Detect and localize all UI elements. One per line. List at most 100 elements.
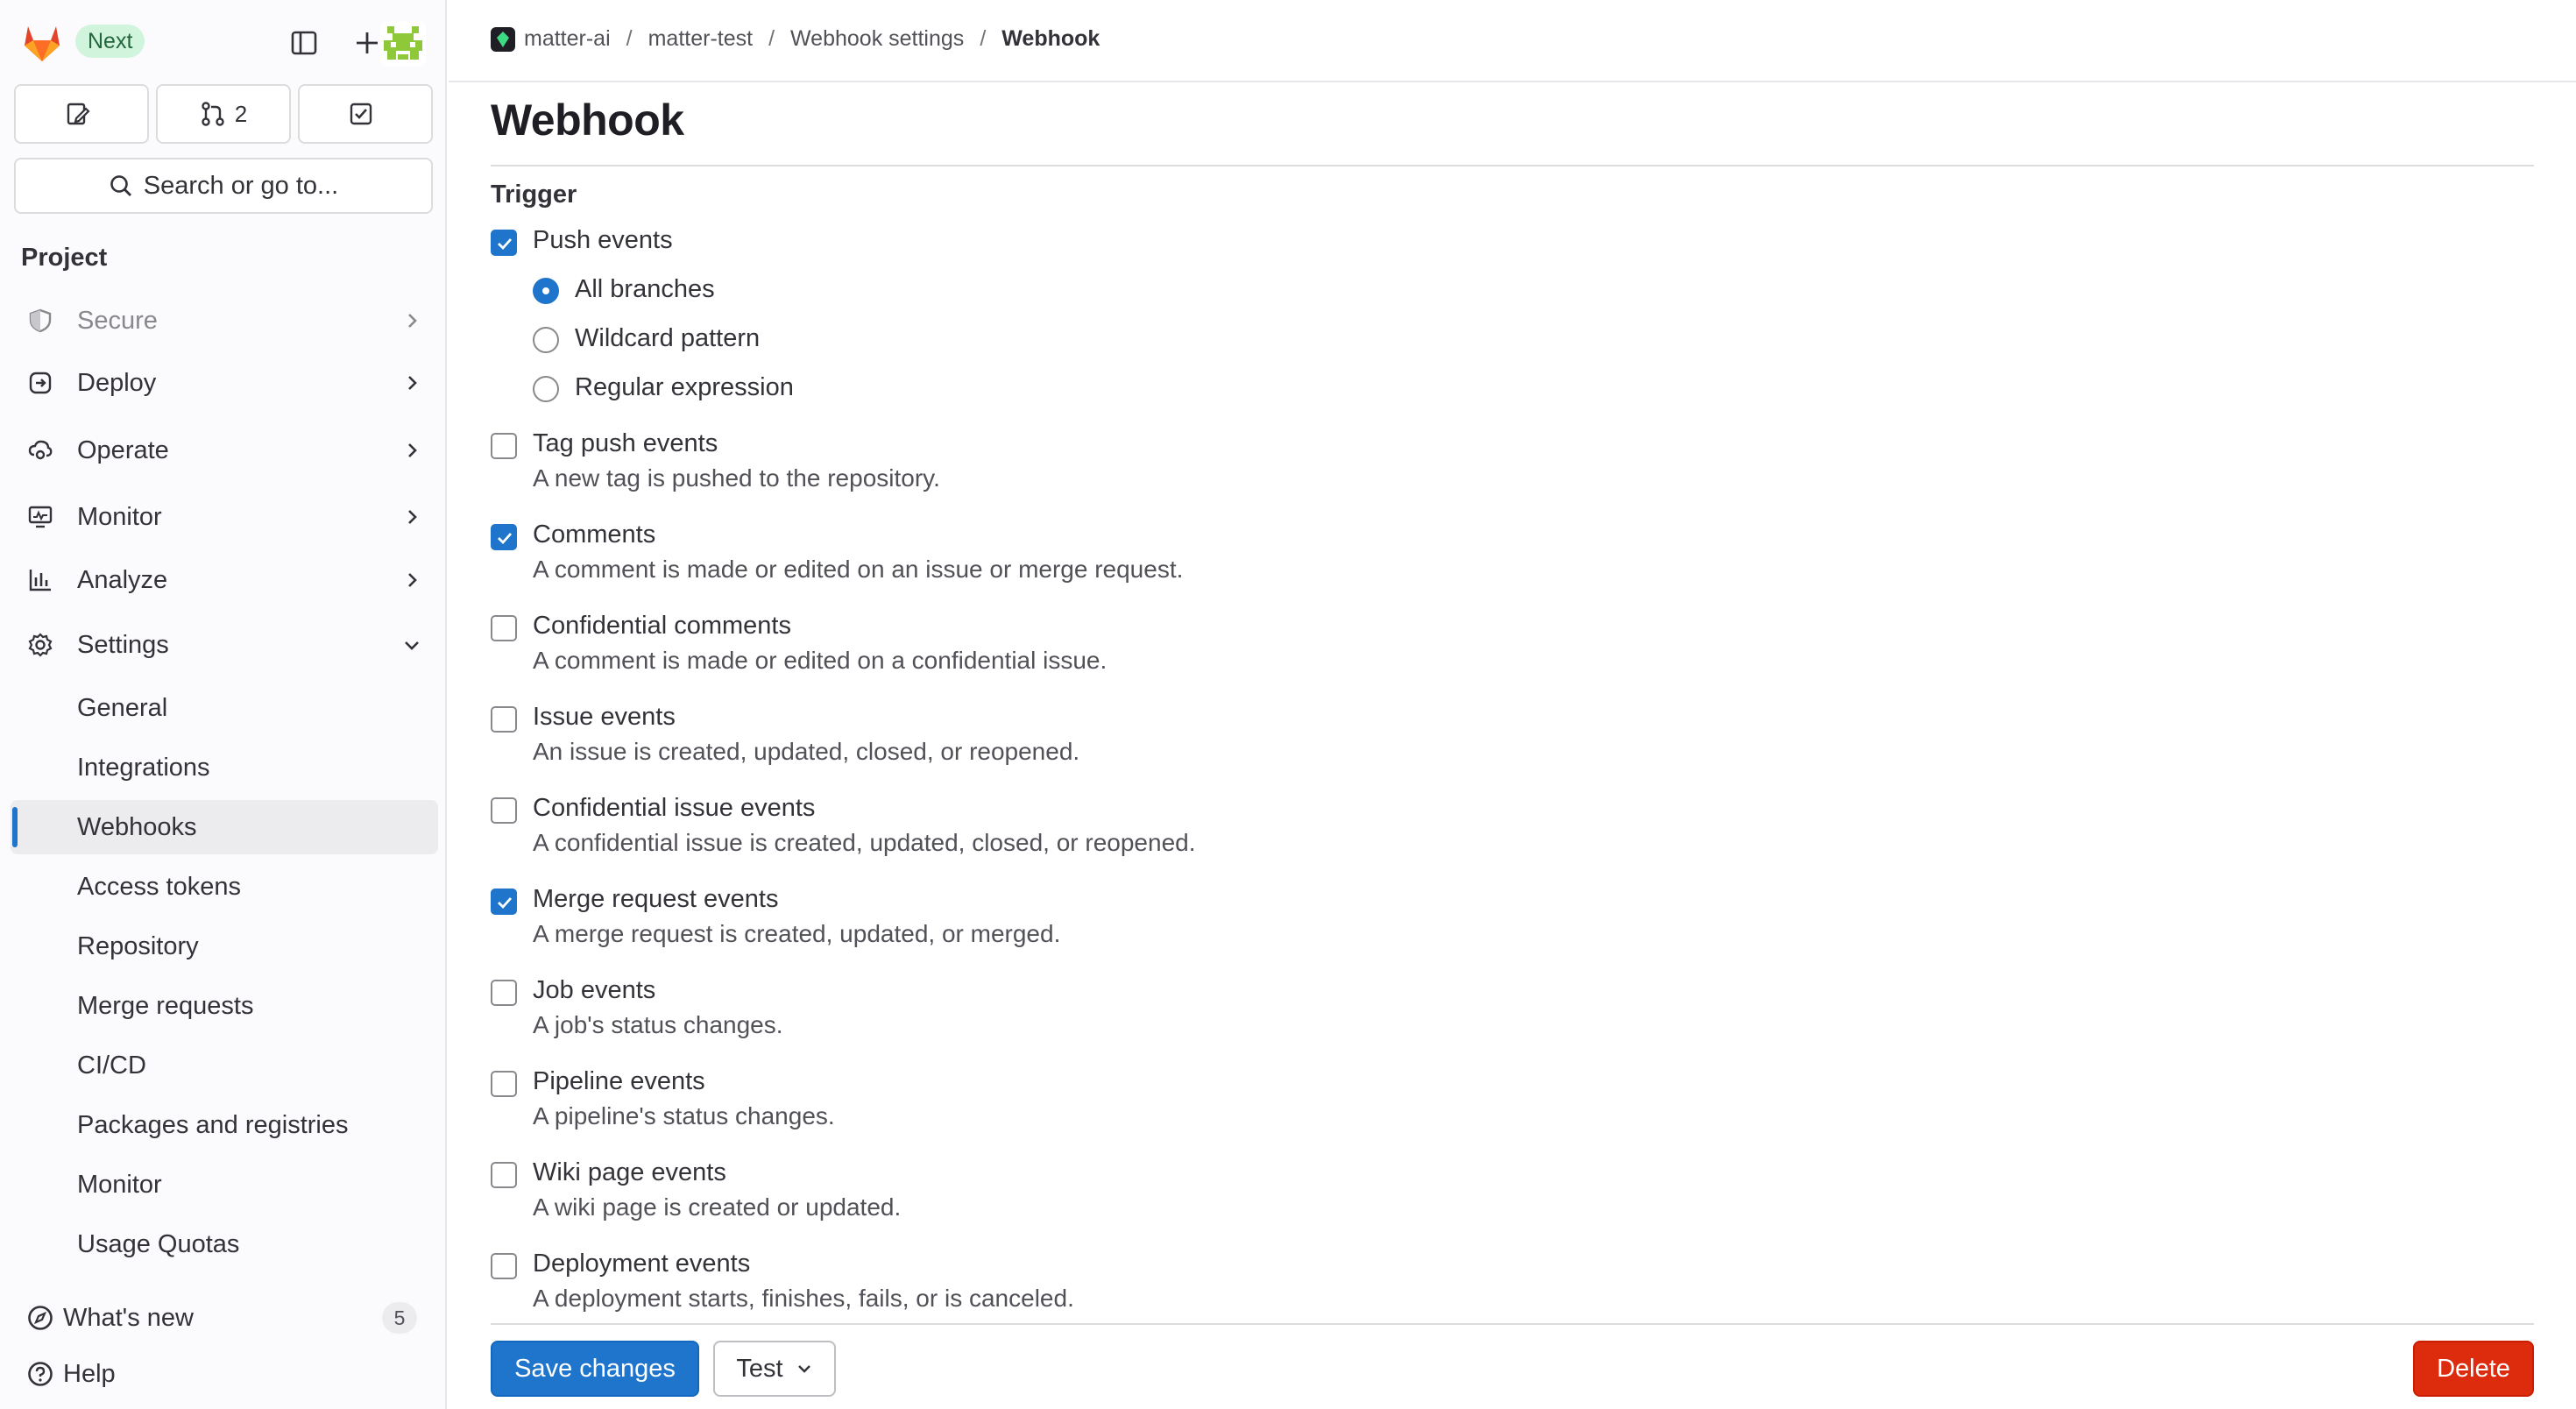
nav-item-deploy[interactable]: Deploy	[11, 355, 438, 411]
push-events-checkbox[interactable]	[491, 230, 517, 256]
nav-item-label: Deploy	[77, 368, 157, 397]
push-events-label: Push events	[533, 226, 673, 254]
event-label: Merge request events	[533, 885, 779, 913]
breadcrumb-item-current[interactable]: Webhook	[1001, 26, 1100, 52]
sidebar-item-monitor[interactable]: Monitor	[11, 1158, 438, 1212]
event-label: Confidential issue events	[533, 794, 816, 822]
nav-item-analyze[interactable]: Analyze	[11, 552, 438, 608]
nav-item-secure[interactable]: Secure	[11, 293, 438, 349]
save-changes-button[interactable]: Save changes	[491, 1341, 699, 1397]
whats-new-button[interactable]: What's new	[26, 1299, 194, 1337]
tag-push-events-checkbox[interactable]	[491, 433, 517, 459]
event-help-text: A comment is made or edited on an issue …	[533, 556, 1184, 583]
event-label: Job events	[533, 976, 656, 1004]
event-help-text: An issue is created, updated, closed, or…	[533, 738, 1080, 765]
sidebar-item-integrations[interactable]: Integrations	[11, 740, 438, 795]
nav-item-label: Operate	[77, 435, 169, 464]
event-help-text: A deployment starts, finishes, fails, or…	[533, 1285, 1074, 1312]
event-help-text: A comment is made or edited on a confide…	[533, 647, 1108, 674]
sub-item-label: Webhooks	[77, 812, 197, 841]
whats-new-count-badge: 5	[382, 1302, 417, 1334]
radio-label: Wildcard pattern	[575, 324, 761, 352]
merge-requests-count-button[interactable]: 2	[156, 84, 291, 144]
issue-events-checkbox[interactable]	[491, 706, 517, 733]
radio-wildcard-pattern-input[interactable]	[533, 327, 559, 353]
event-help-text: A new tag is pushed to the repository.	[533, 464, 940, 492]
gitlab-logo-icon[interactable]	[19, 19, 65, 65]
event-help-text: A pipeline's status changes.	[533, 1102, 835, 1129]
nav-item-operate[interactable]: Operate	[11, 422, 438, 478]
footer-divider	[491, 1323, 2534, 1325]
event-help-text: A confidential issue is created, updated…	[533, 829, 1196, 856]
next-badge[interactable]: Next	[75, 25, 145, 58]
confidential-comments-checkbox[interactable]	[491, 615, 517, 641]
issues-count-button[interactable]	[14, 84, 149, 144]
gear-icon	[26, 631, 54, 659]
event-label: Pipeline events	[533, 1067, 705, 1095]
breadcrumb-item-project[interactable]: matter-test	[648, 26, 753, 52]
job-events-checkbox[interactable]	[491, 980, 517, 1006]
chevron-right-icon	[408, 510, 417, 524]
wiki-page-events-checkbox[interactable]	[491, 1162, 517, 1188]
radio-all-branches-input[interactable]	[533, 278, 559, 304]
sidebar-header: Next	[0, 0, 447, 82]
monitor-icon	[26, 503, 54, 531]
sidebar-item-usage-quotas[interactable]: Usage Quotas	[11, 1217, 438, 1271]
breadcrumb-separator: /	[768, 26, 775, 51]
sidebar-item-repository[interactable]: Repository	[11, 919, 438, 974]
sidebar-item-webhooks[interactable]: Webhooks	[11, 800, 438, 854]
sub-item-label: Access tokens	[77, 872, 241, 901]
toggle-sidebar-button[interactable]	[282, 21, 326, 65]
search-label: Search or go to...	[143, 171, 339, 200]
operate-icon	[26, 436, 54, 464]
radio-regular-expression-input[interactable]	[533, 376, 559, 402]
sub-item-label: Repository	[77, 931, 199, 960]
deployment-events-checkbox[interactable]	[491, 1253, 517, 1279]
search-button[interactable]: Search or go to...	[14, 158, 433, 214]
shield-icon	[26, 307, 54, 335]
breadcrumb-item-group[interactable]: matter-ai	[524, 26, 611, 52]
sub-item-label: Merge requests	[77, 991, 254, 1020]
event-help-text: A wiki page is created or updated.	[533, 1193, 902, 1221]
comments-checkbox[interactable]	[491, 524, 517, 550]
title-divider	[491, 165, 2534, 166]
top-bar: matter-ai / matter-test / Webhook settin…	[449, 0, 2576, 82]
user-avatar[interactable]	[380, 21, 426, 67]
chevron-right-icon	[408, 443, 417, 457]
help-button[interactable]: Help	[26, 1355, 116, 1393]
nav-item-monitor[interactable]: Monitor	[11, 489, 438, 545]
radio-label: All branches	[575, 275, 715, 303]
confidential-issue-events-checkbox[interactable]	[491, 797, 517, 824]
counts-row: 2	[14, 84, 433, 144]
todos-count-button[interactable]	[298, 84, 433, 144]
event-label: Comments	[533, 520, 656, 549]
breadcrumb-separator: /	[980, 26, 987, 51]
check-icon	[498, 238, 513, 251]
test-button-label: Test	[736, 1354, 783, 1383]
plus-icon	[357, 32, 378, 53]
merge-request-events-checkbox[interactable]	[491, 889, 517, 915]
nav-item-label: Analyze	[77, 565, 168, 594]
pipeline-events-checkbox[interactable]	[491, 1071, 517, 1097]
sidebar-item-merge-requests[interactable]: Merge requests	[11, 979, 438, 1033]
compass-icon	[28, 1306, 53, 1330]
merge-request-icon	[202, 102, 224, 126]
sidebar-item-access-tokens[interactable]: Access tokens	[11, 860, 438, 914]
sidebar-item-ci-cd[interactable]: CI/CD	[11, 1038, 438, 1093]
radio-label: Regular expression	[575, 373, 794, 401]
project-avatar-icon	[491, 26, 515, 52]
whats-new-label: What's new	[63, 1303, 194, 1332]
deploy-icon	[26, 369, 54, 397]
sidebar-item-packages-and-registries[interactable]: Packages and registries	[11, 1098, 438, 1152]
delete-button[interactable]: Delete	[2413, 1341, 2534, 1397]
breadcrumb-item-webhook-settings[interactable]: Webhook settings	[790, 26, 964, 52]
nav-item-label: Settings	[77, 630, 169, 659]
breadcrumb: matter-ai / matter-test / Webhook settin…	[491, 26, 1100, 52]
todo-check-icon	[350, 103, 372, 125]
sidebar-item-general[interactable]: General	[11, 681, 438, 735]
merge-requests-count: 2	[234, 100, 248, 127]
nav-item-settings[interactable]: Settings	[11, 617, 438, 673]
test-dropdown-button[interactable]: Test	[713, 1341, 836, 1397]
sub-item-label: CI/CD	[77, 1051, 146, 1080]
help-label: Help	[63, 1359, 116, 1388]
